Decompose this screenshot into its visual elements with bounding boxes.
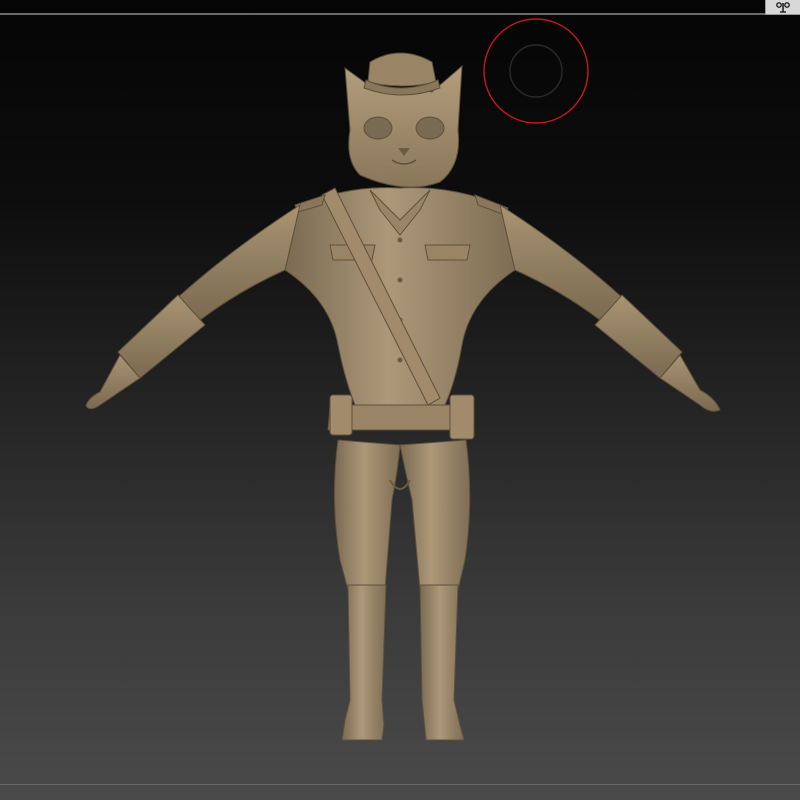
sculpt-model[interactable] xyxy=(0,0,800,800)
sculpt-viewport[interactable] xyxy=(0,0,800,800)
legs xyxy=(333,439,471,741)
right-arm xyxy=(499,203,721,412)
cat-head xyxy=(344,52,463,188)
left-arm xyxy=(85,203,301,410)
torso xyxy=(284,187,516,406)
